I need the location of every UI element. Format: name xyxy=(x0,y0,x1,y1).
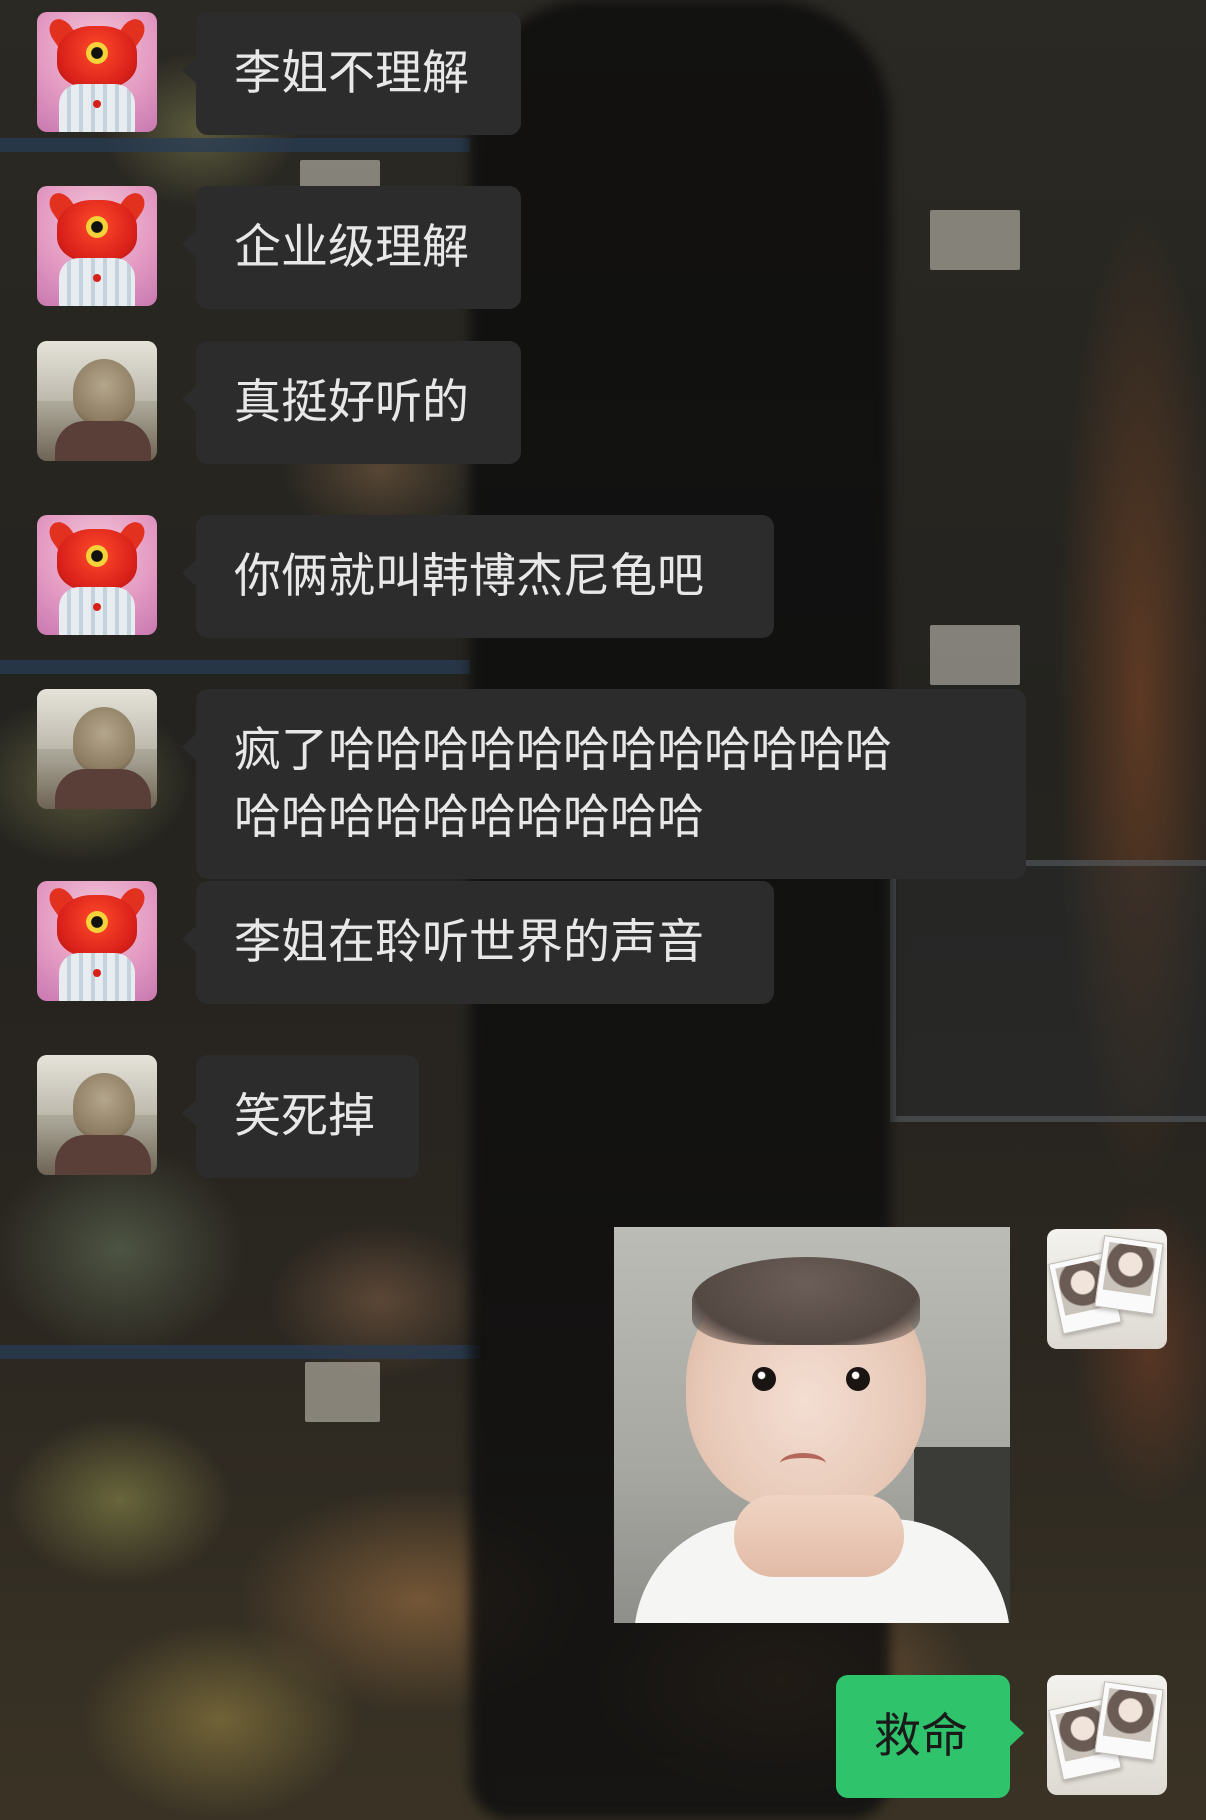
wallpaper-window xyxy=(890,860,1206,1122)
red-monster-avatar-icon[interactable] xyxy=(37,12,157,132)
wallpaper-shelf xyxy=(0,1345,480,1359)
grey-haired-person-avatar-icon[interactable] xyxy=(37,341,157,461)
message-bubble[interactable]: 疯了哈哈哈哈哈哈哈哈哈哈哈哈 哈哈哈哈哈哈哈哈哈哈 xyxy=(182,689,1026,879)
message-bubble[interactable]: 企业级理解 xyxy=(182,186,521,309)
red-monster-avatar-icon[interactable] xyxy=(37,186,157,306)
message-bubble[interactable]: 你俩就叫韩博杰尼龟吧 xyxy=(182,515,774,638)
wallpaper-price-tag xyxy=(930,210,1020,270)
grey-haired-person-avatar-icon[interactable] xyxy=(37,1055,157,1175)
baby-sticker-image[interactable] xyxy=(614,1227,1010,1623)
polaroid-photos-avatar-icon[interactable] xyxy=(1047,1229,1167,1349)
red-monster-avatar-icon[interactable] xyxy=(37,515,157,635)
wallpaper-price-tag xyxy=(305,1362,380,1422)
message-bubble[interactable]: 李姐在聆听世界的声音 xyxy=(182,881,774,1004)
wallpaper-shelf xyxy=(0,138,470,152)
wallpaper-shelf xyxy=(0,660,470,674)
polaroid-photos-avatar-icon[interactable] xyxy=(1047,1675,1167,1795)
grey-haired-person-avatar-icon[interactable] xyxy=(37,689,157,809)
message-bubble[interactable]: 真挺好听的 xyxy=(182,341,521,464)
message-bubble[interactable]: 李姐不理解 xyxy=(182,12,521,135)
wallpaper-price-tag xyxy=(930,625,1020,685)
message-bubble[interactable]: 笑死掉 xyxy=(182,1055,419,1178)
chat-screen: 李姐不理解 企业级理解 真挺好听的 你俩就叫韩博杰尼龟吧 疯了哈哈哈哈哈哈哈哈哈… xyxy=(0,0,1206,1820)
message-bubble-outgoing[interactable]: 救命 xyxy=(836,1675,1024,1798)
red-monster-avatar-icon[interactable] xyxy=(37,881,157,1001)
